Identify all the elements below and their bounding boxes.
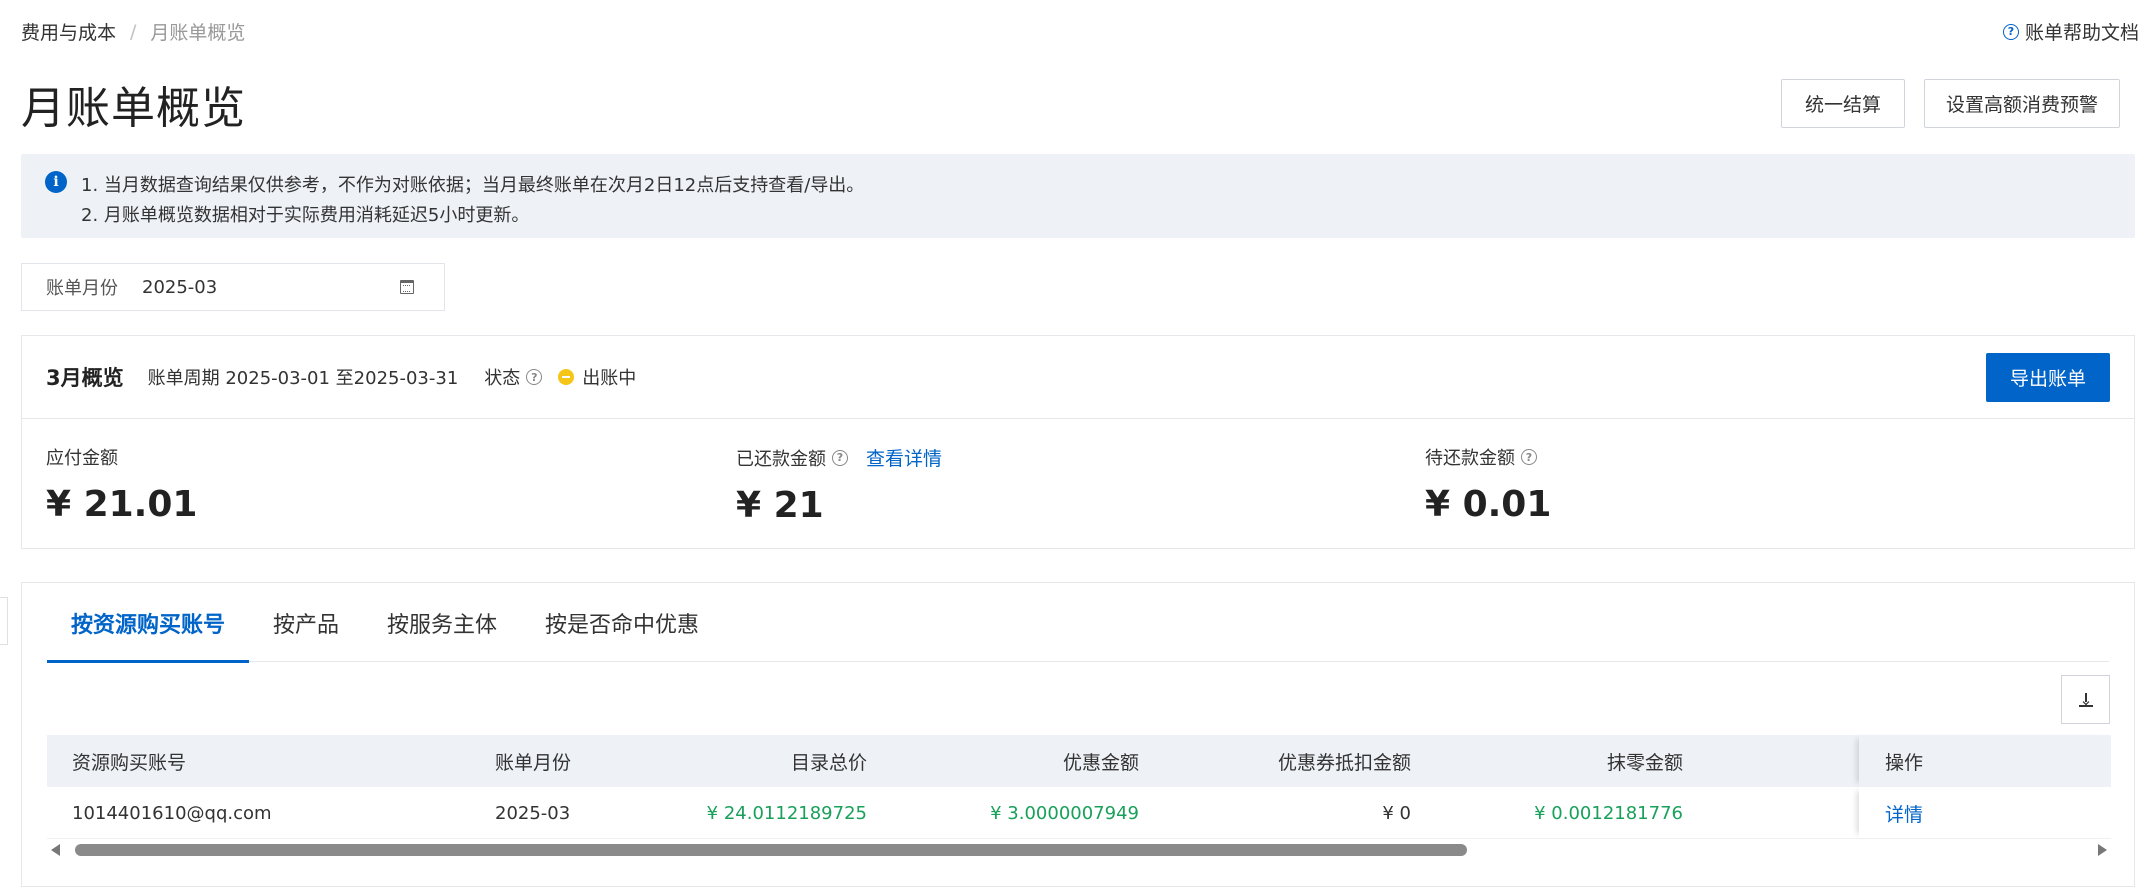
monthly-overview-card: 3月概览 账单周期 2025-03-01 至2025-03-31 状态 ? 出账… xyxy=(21,335,2135,549)
info-icon: i xyxy=(45,171,67,193)
row-details-link[interactable]: 详情 xyxy=(1885,787,1923,839)
col-discount: 优惠金额 xyxy=(1062,751,1139,774)
bill-month-value[interactable]: 2025-03 xyxy=(142,277,217,298)
high-spend-alert-button[interactable]: 设置高额消费预警 xyxy=(1924,79,2120,128)
notice-line-1: 1. 当月数据查询结果仅供参考，不作为对账依据；当月最终账单在次月2日12点后支… xyxy=(81,175,865,196)
metric-payable-value: ¥ 21.01 xyxy=(46,484,198,525)
export-bill-button[interactable]: 导出账单 xyxy=(1986,353,2110,402)
unified-settlement-button[interactable]: 统一结算 xyxy=(1781,79,1905,128)
metric-outstanding-label: 待还款金额 xyxy=(1425,448,1515,469)
view-details-link[interactable]: 查看详情 xyxy=(866,444,942,471)
bill-table: 资源购买账号 账单月份 目录总价 优惠金额 优惠券抵扣金额 抹零金额 操作 10… xyxy=(47,735,2111,839)
cell-account: 1014401610@qq.com xyxy=(72,802,272,824)
status-label-text: 状态 xyxy=(484,368,521,389)
metric-repaid-value: ¥ 21 xyxy=(736,485,824,526)
metric-payable-label: 应付金额 xyxy=(46,448,118,469)
metric-payable: 应付金额 ¥ 21.01 xyxy=(46,444,197,525)
tab-by-account[interactable]: 按资源购买账号 xyxy=(47,583,250,663)
col-operation: 操作 xyxy=(1885,751,1924,774)
metric-repaid: 已还款金额 ? 查看详情 ¥ 21 xyxy=(736,444,942,526)
side-collapse-handle[interactable] xyxy=(0,597,8,645)
cell-discount: ¥ 3.0000007949 xyxy=(990,802,1139,824)
status-value: 出账中 xyxy=(582,368,637,389)
overview-title: 3月概览 xyxy=(46,366,124,390)
download-button[interactable] xyxy=(2061,675,2110,724)
notice-line-2: 2. 月账单概览数据相对于实际费用消耗延迟5小时更新。 xyxy=(81,205,530,226)
metric-outstanding: 待还款金额 ? ¥ 0.01 xyxy=(1425,444,1551,525)
bill-month-label: 账单月份 xyxy=(46,278,118,299)
horizontal-scrollbar[interactable] xyxy=(47,839,2111,861)
table-header: 资源购买账号 账单月份 目录总价 优惠金额 优惠券抵扣金额 抹零金额 操作 xyxy=(47,735,2111,787)
tab-by-discount-hit[interactable]: 按是否命中优惠 xyxy=(521,583,723,662)
tab-by-service-entity[interactable]: 按服务主体 xyxy=(363,583,521,662)
cell-list-price: ¥ 24.0112189725 xyxy=(706,802,867,824)
metric-repaid-label: 已还款金额 xyxy=(736,448,826,470)
table-row: 1014401610@qq.com 2025-03 ¥ 24.011218972… xyxy=(47,787,2111,839)
breadcrumb-parent[interactable]: 费用与成本 xyxy=(21,18,116,45)
breadcrumb-current: 月账单概览 xyxy=(150,22,246,44)
cell-rounding: ¥ 0.0012181776 xyxy=(1534,802,1683,824)
download-icon xyxy=(2078,692,2093,707)
status-label: 状态 ? xyxy=(484,364,543,390)
scrollbar-thumb[interactable] xyxy=(75,844,1467,856)
col-account: 资源购买账号 xyxy=(72,751,187,774)
bill-period: 账单周期 2025-03-01 至2025-03-31 xyxy=(147,368,459,389)
col-rounding: 抹零金额 xyxy=(1606,751,1683,774)
breadcrumb-separator: / xyxy=(130,20,137,43)
overview-header: 3月概览 账单周期 2025-03-01 至2025-03-31 状态 ? 出账… xyxy=(22,336,2134,419)
col-list-price: 目录总价 xyxy=(790,751,867,774)
help-doc-label: 账单帮助文档 xyxy=(2024,22,2139,44)
info-notice: i 1. 当月数据查询结果仅供参考，不作为对账依据；当月最终账单在次月2日12点… xyxy=(21,154,2135,238)
dimension-tabs: 按资源购买账号 按产品 按服务主体 按是否命中优惠 xyxy=(47,583,2109,663)
breadcrumb: 费用与成本 / 月账单概览 xyxy=(21,18,245,45)
question-circle-icon[interactable]: ? xyxy=(526,369,543,385)
bill-month-picker[interactable]: 账单月份 2025-03 xyxy=(21,263,445,311)
bill-detail-card: 按资源购买账号 按产品 按服务主体 按是否命中优惠 资源购买账号 账单月份 目录… xyxy=(21,582,2135,887)
question-circle-icon[interactable]: ? xyxy=(832,449,848,466)
metric-outstanding-value: ¥ 0.01 xyxy=(1425,484,1552,525)
cell-coupon: ¥ 0 xyxy=(1382,802,1411,824)
col-coupon: 优惠券抵扣金额 xyxy=(1277,751,1411,774)
scroll-right-arrow-icon[interactable] xyxy=(2098,844,2107,856)
calendar-icon[interactable] xyxy=(400,280,414,294)
scroll-left-arrow-icon[interactable] xyxy=(51,844,60,856)
question-circle-icon: ? xyxy=(2002,23,2019,40)
page-title: 月账单概览 xyxy=(21,83,246,134)
status-pending-icon xyxy=(558,369,575,385)
col-month: 账单月份 xyxy=(495,751,572,774)
cell-month: 2025-03 xyxy=(495,802,571,824)
question-circle-icon[interactable]: ? xyxy=(1521,449,1537,465)
tab-by-product[interactable]: 按产品 xyxy=(249,583,363,662)
help-doc-link[interactable]: ? 账单帮助文档 xyxy=(2002,18,2139,45)
